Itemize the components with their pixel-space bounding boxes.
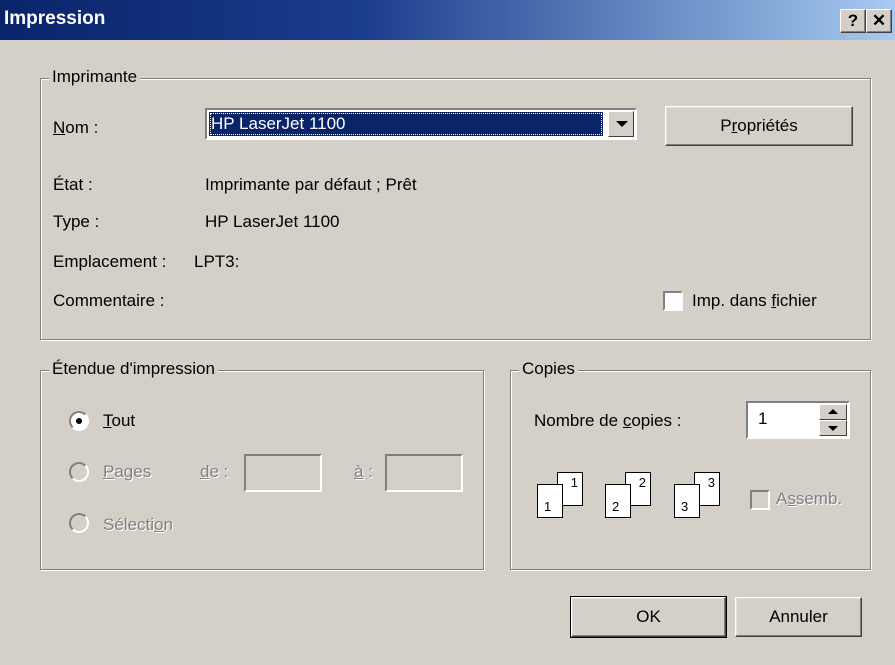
collate-label[interactable]: Assemb. <box>776 489 842 509</box>
chevron-down-icon[interactable] <box>608 111 634 137</box>
collate-checkbox[interactable] <box>750 490 770 510</box>
printer-group-label: Imprimante <box>49 67 141 87</box>
range-from-label: de : <box>200 462 229 481</box>
spin-up-icon[interactable] <box>819 404 847 420</box>
help-button[interactable]: ? <box>840 9 866 33</box>
help-icon: ? <box>847 11 859 30</box>
page-front-icon: 2 <box>605 484 631 518</box>
ok-button[interactable]: OK <box>570 596 727 638</box>
range-selection-label[interactable]: Sélection <box>103 515 173 535</box>
copies-group-label: Copies <box>519 359 578 379</box>
location-label: Emplacement : <box>53 252 167 271</box>
range-to-input[interactable] <box>385 454 463 492</box>
printer-name-dropdown[interactable]: HP LaserJet 1100 <box>205 108 637 140</box>
print-to-file-label[interactable]: Imp. dans fichier <box>692 291 817 311</box>
range-to-label: à : <box>354 462 373 481</box>
name-label-rest: om : <box>65 118 99 137</box>
status-label: État : <box>53 175 93 194</box>
range-pages-label[interactable]: Pages <box>103 462 151 482</box>
print-range-group-label: Étendue d'impression <box>49 359 218 379</box>
range-selection-radio[interactable] <box>69 513 89 533</box>
cancel-button[interactable]: Annuler <box>735 597 862 637</box>
location-value: LPT3: <box>194 252 240 271</box>
properties-button[interactable]: Propriétés <box>665 106 853 146</box>
range-all-label[interactable]: Tout <box>103 411 135 431</box>
name-label: Nom : <box>53 118 99 137</box>
spin-down-icon[interactable] <box>819 420 847 436</box>
close-icon: ✕ <box>871 11 887 30</box>
range-from-input[interactable] <box>244 454 322 492</box>
page-front-icon: 3 <box>674 484 700 518</box>
type-value: HP LaserJet 1100 <box>205 212 340 231</box>
type-label: Type : <box>53 212 100 231</box>
window-title: Impression <box>4 8 106 29</box>
comment-label: Commentaire : <box>53 291 165 310</box>
radio-selected-dot <box>76 418 82 424</box>
range-all-radio[interactable] <box>69 411 89 431</box>
title-bar: Impression ? ✕ <box>0 0 895 40</box>
close-button[interactable]: ✕ <box>866 9 892 33</box>
range-pages-radio[interactable] <box>69 462 89 482</box>
copies-count-label: Nombre de copies : <box>534 411 682 430</box>
copies-count-spinner[interactable]: 1 <box>746 401 850 439</box>
page-front-icon: 1 <box>537 484 563 518</box>
copies-count-value: 1 <box>758 409 768 428</box>
status-value: Imprimante par défaut ; Prêt <box>205 175 417 194</box>
print-to-file-checkbox[interactable] <box>663 291 683 311</box>
printer-name-value: HP LaserJet 1100 <box>209 112 603 136</box>
copies-group: Copies <box>510 359 871 570</box>
